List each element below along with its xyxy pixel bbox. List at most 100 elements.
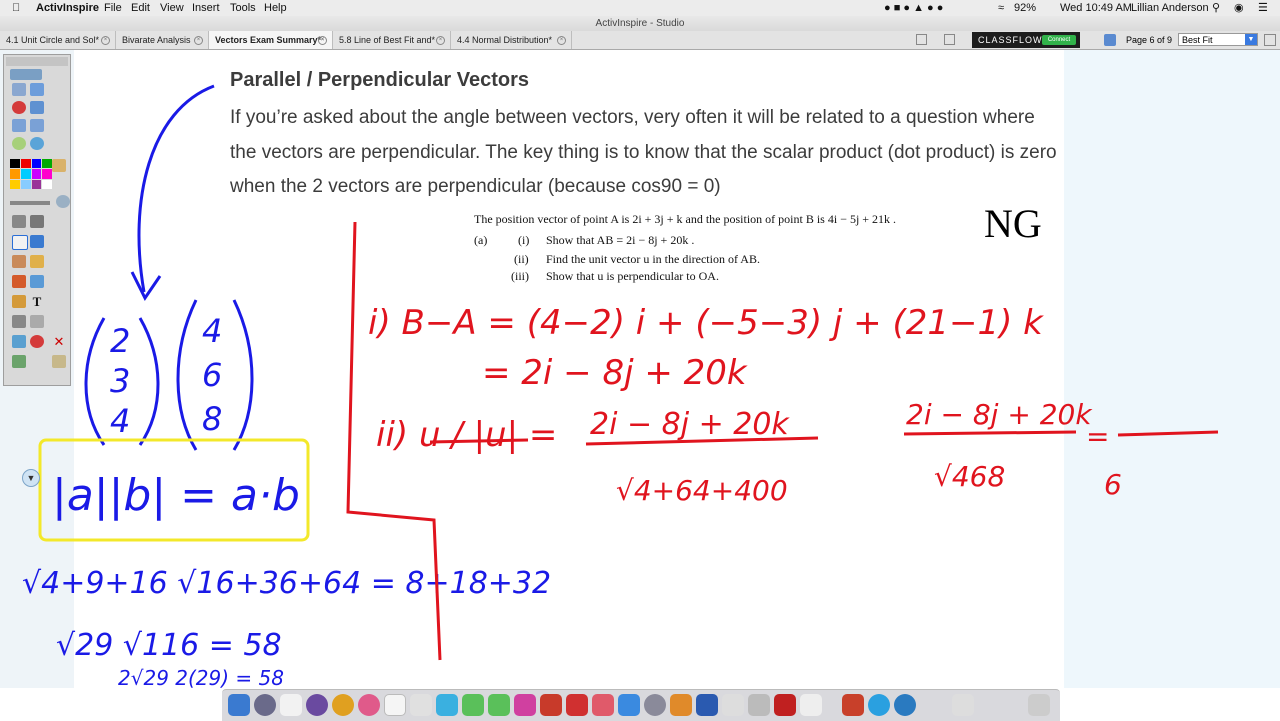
spotlight-tool-icon[interactable] — [12, 335, 26, 348]
undo-icon[interactable] — [12, 315, 26, 328]
app-icon[interactable] — [748, 694, 770, 716]
notes-icon[interactable] — [280, 694, 302, 716]
tab-unit-circle[interactable]: 4.1 Unit Circle and Sol* × — [0, 31, 116, 49]
desktop-annotate-icon[interactable] — [12, 137, 26, 150]
shape-icon[interactable] — [30, 255, 44, 268]
skype-icon[interactable] — [868, 694, 890, 716]
pen-width-slider[interactable] — [10, 201, 50, 205]
notification-center-icon[interactable]: ☰ — [1258, 0, 1268, 16]
siri-icon[interactable]: ◉ — [1234, 0, 1244, 16]
menu-help[interactable]: Help — [264, 0, 287, 16]
settings-icon[interactable] — [644, 694, 666, 716]
color-swatch[interactable] — [42, 159, 52, 169]
siri-dock-icon[interactable] — [306, 694, 328, 716]
color-swatch[interactable] — [10, 179, 20, 189]
eraser-icon[interactable] — [12, 255, 26, 268]
app-icon[interactable] — [566, 694, 588, 716]
menu-view[interactable]: View — [160, 0, 184, 16]
browser-icon[interactable] — [30, 83, 44, 96]
close-tab-icon[interactable]: × — [194, 36, 203, 45]
delete-icon[interactable]: ✕ — [52, 335, 66, 348]
pen-icon[interactable] — [12, 235, 28, 250]
downloads-icon[interactable] — [952, 694, 974, 716]
powerpoint-icon[interactable] — [842, 694, 864, 716]
menu-tools[interactable]: Tools — [230, 0, 256, 16]
text-tool-icon[interactable]: T — [30, 295, 44, 308]
messages-icon[interactable] — [488, 694, 510, 716]
scissors-icon[interactable] — [52, 159, 66, 172]
spotlight-icon[interactable]: ⚲ — [1212, 0, 1220, 16]
user-name[interactable]: Lillian Anderson — [1131, 0, 1209, 16]
app-menu[interactable]: ActivInspire — [36, 0, 99, 16]
close-tab-icon[interactable]: × — [436, 36, 445, 45]
color-swatch[interactable] — [10, 159, 20, 169]
app-icon[interactable] — [462, 694, 484, 716]
tab-bivarate[interactable]: Bivarate Analysis × — [116, 31, 209, 49]
previous-page-icon[interactable] — [12, 119, 26, 132]
apple-menu-icon[interactable]:  — [12, 0, 20, 16]
color-swatch[interactable] — [31, 169, 42, 179]
page-sorter-icon[interactable] — [916, 34, 927, 45]
color-swatch[interactable] — [42, 169, 52, 179]
connector-icon[interactable] — [30, 275, 44, 288]
color-swatch[interactable] — [42, 179, 52, 189]
color-swatch[interactable] — [31, 159, 42, 169]
color-swatch[interactable] — [20, 169, 31, 179]
close-tab-icon[interactable]: × — [557, 36, 566, 45]
keynote-icon[interactable] — [410, 694, 432, 716]
page-scroll-icon[interactable]: ▼ — [22, 469, 40, 487]
app-icon[interactable] — [800, 694, 822, 716]
color-swatch[interactable] — [20, 179, 31, 189]
close-tab-icon[interactable]: × — [101, 36, 110, 45]
menu-edit[interactable]: Edit — [131, 0, 150, 16]
menu-insert[interactable]: Insert — [192, 0, 220, 16]
trash-icon[interactable] — [1028, 694, 1050, 716]
finder-icon[interactable] — [228, 694, 250, 716]
photos-icon[interactable] — [358, 694, 380, 716]
page-icon[interactable] — [1104, 34, 1116, 46]
next-page-icon[interactable] — [30, 119, 44, 132]
color-swatch[interactable] — [10, 169, 20, 179]
app-store-icon[interactable] — [618, 694, 640, 716]
close-tab-icon[interactable]: × — [318, 36, 327, 45]
battery-percent[interactable]: 92% — [1014, 0, 1036, 16]
color-swatch[interactable] — [20, 159, 31, 169]
app-icon[interactable] — [592, 694, 614, 716]
marquee-icon[interactable] — [30, 215, 44, 228]
magic-ink-icon[interactable] — [12, 295, 26, 308]
clock[interactable]: Wed 10:49 AM — [1060, 0, 1132, 16]
tab-vectors-exam-summary[interactable]: Vectors Exam Summary* × — [209, 31, 333, 49]
menu-file[interactable]: File — [104, 0, 122, 16]
more-tools-icon[interactable] — [52, 355, 66, 368]
select-icon[interactable] — [12, 215, 26, 228]
chrome-icon[interactable] — [332, 694, 354, 716]
app-icon[interactable] — [540, 694, 562, 716]
launchpad-icon[interactable] — [254, 694, 276, 716]
status-icons[interactable]: ● ■ ● ▲ ● ● — [884, 0, 943, 16]
fullscreen-icon[interactable] — [1264, 34, 1276, 46]
reset-icon[interactable] — [30, 335, 44, 348]
music-icon[interactable] — [514, 694, 536, 716]
tab-line-of-best-fit[interactable]: 5.8 Line of Best Fit and* × — [333, 31, 451, 49]
toolbox-title-bar[interactable] — [6, 57, 68, 66]
app-icon[interactable] — [894, 694, 916, 716]
color-swatch[interactable] — [31, 179, 42, 189]
redo-icon[interactable] — [30, 315, 44, 328]
app-icon[interactable] — [722, 694, 744, 716]
tab-normal-distribution[interactable]: 4.4 Normal Distribution* × — [451, 31, 572, 49]
clear-icon[interactable] — [30, 101, 44, 114]
wifi-icon[interactable]: ≈ — [998, 0, 1004, 16]
word-icon[interactable] — [696, 694, 718, 716]
books-icon[interactable] — [670, 694, 692, 716]
main-menu-icon[interactable] — [12, 83, 26, 96]
desktop-tools-icon[interactable] — [30, 137, 44, 150]
app-icon[interactable] — [436, 694, 458, 716]
dashboard-icon[interactable] — [10, 69, 42, 80]
reset-page-icon[interactable] — [12, 101, 26, 114]
page-browser-icon[interactable] — [944, 34, 955, 45]
calendar-icon[interactable] — [384, 694, 406, 716]
highlighter-icon[interactable] — [30, 235, 44, 248]
tools-menu-icon[interactable] — [12, 355, 26, 368]
acrobat-icon[interactable] — [774, 694, 796, 716]
clock-icon[interactable] — [56, 195, 70, 208]
